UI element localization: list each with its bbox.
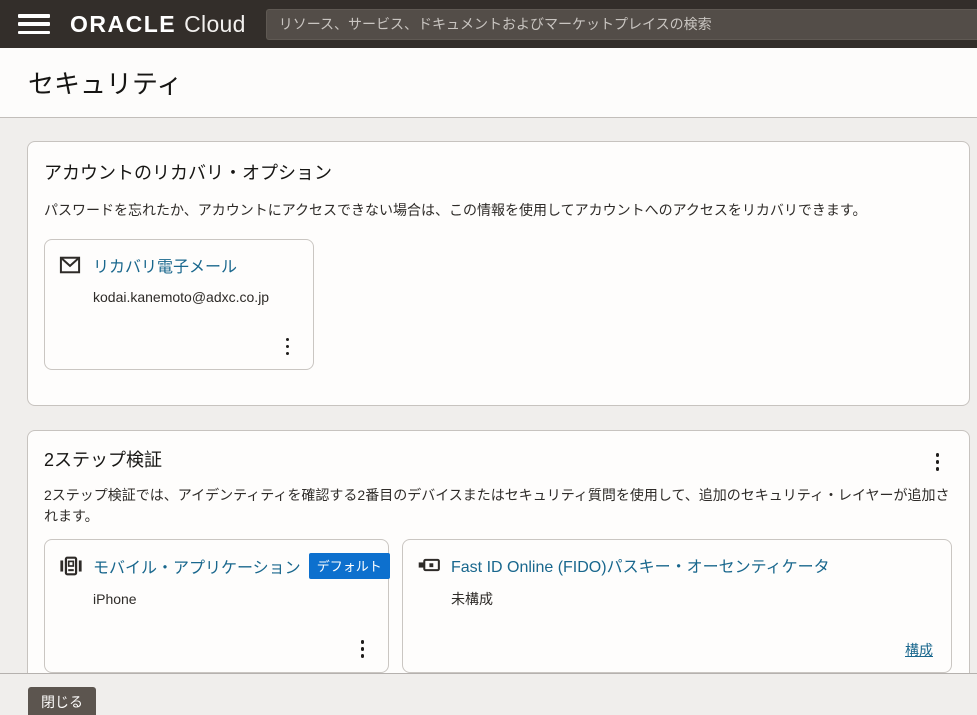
mobile-application-tile: モバイル・アプリケーション デフォルト iPhone	[44, 538, 390, 673]
fido-authenticator-tile: Fast ID Online (FIDO)パスキー・オーセンティケータ 未構成 …	[402, 538, 952, 673]
configure-link[interactable]: 構成	[905, 640, 933, 660]
recovery-email-menu-icon[interactable]	[280, 334, 296, 360]
close-button[interactable]: 閉じる	[28, 687, 96, 715]
footer-bar: 閉じる	[0, 673, 977, 715]
two-step-verification-card: 2ステップ検証 2ステップ検証では、アイデンティティを確認する2番目のデバイスま…	[27, 430, 970, 673]
fido-authenticator-link[interactable]: Fast ID Online (FIDO)パスキー・オーセンティケータ	[451, 553, 830, 577]
twostep-card-title: 2ステップ検証	[44, 450, 163, 470]
fido-status: 未構成	[451, 590, 493, 607]
recovery-card-description: パスワードを忘れたか、アカウントにアクセスできない場合は、この情報を使用してアカ…	[44, 202, 867, 218]
recovery-email-link[interactable]: リカバリ電子メール	[93, 253, 237, 277]
page-title-band: セキュリティ	[0, 48, 977, 118]
mail-icon	[59, 254, 83, 276]
hamburger-menu-icon[interactable]	[18, 14, 50, 34]
mobile-application-link[interactable]: モバイル・アプリケーション	[93, 554, 301, 578]
default-badge: デフォルト	[308, 552, 390, 579]
brand-cloud: Cloud	[184, 10, 246, 37]
global-search-input[interactable]	[265, 8, 977, 40]
main-content: アカウントのリカバリ・オプション パスワードを忘れたか、アカウントにアクセスでき…	[0, 118, 977, 673]
mobile-application-menu-icon[interactable]	[355, 636, 371, 662]
account-recovery-card: アカウントのリカバリ・オプション パスワードを忘れたか、アカウントにアクセスでき…	[27, 141, 970, 406]
top-navigation-bar: ORACLE Cloud	[0, 0, 977, 48]
twostep-card-description: 2ステップ検証では、アイデンティティを確認する2番目のデバイスまたはセキュリティ…	[44, 486, 950, 524]
recovery-card-title: アカウントのリカバリ・オプション	[44, 163, 332, 183]
recovery-email-value: kodai.kanemoto@adxc.co.jp	[93, 289, 270, 305]
mobile-device-name: iPhone	[93, 590, 137, 607]
mobile-app-icon	[59, 555, 83, 577]
brand-oracle: ORACLE	[70, 10, 177, 37]
page-title: セキュリティ	[28, 69, 183, 99]
twostep-card-menu-icon[interactable]	[930, 449, 946, 475]
recovery-email-tile: リカバリ電子メール kodai.kanemoto@adxc.co.jp	[44, 239, 314, 370]
oracle-cloud-logo[interactable]: ORACLE Cloud	[70, 11, 246, 38]
security-key-icon	[417, 554, 441, 576]
